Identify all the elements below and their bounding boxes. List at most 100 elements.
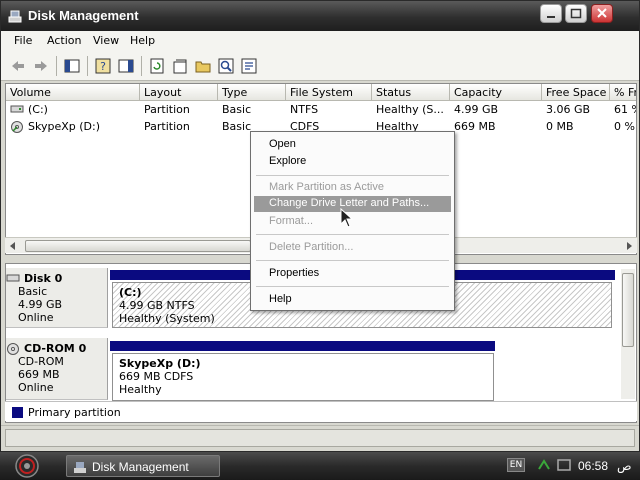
view-icon[interactable] [117,57,135,75]
menu-separator [256,260,449,261]
column-header-status[interactable]: Status [372,84,450,101]
toolbar-separator [56,56,57,76]
file-system-cell: NTFS [290,103,319,116]
menu-item-explore[interactable]: Explore [254,154,451,170]
column-header-free-space[interactable]: Free Space [542,84,610,101]
back-icon[interactable] [9,57,27,75]
legend-label: Primary partition [28,406,121,419]
disk-management-icon [74,462,86,473]
capacity-cell: 4.99 GB [454,103,499,116]
disk-name: CD-ROM 0 [24,342,87,355]
menu-view[interactable]: View [93,34,119,47]
column-header-percent-free[interactable]: % Fr [610,84,636,101]
partition-status: Healthy [119,383,162,396]
close-button[interactable] [591,4,613,23]
svg-text:?: ? [100,60,106,73]
minimize-icon [547,16,555,18]
partition-color-bar [110,341,495,351]
column-header-type[interactable]: Type [218,84,286,101]
column-header-volume[interactable]: Volume [6,84,140,101]
partition-detail: 669 MB CDFS [119,370,194,383]
disk-name: Disk 0 [24,272,63,285]
type-cell: Basic [222,103,252,116]
toolbar: ? [1,51,639,81]
menu-item-mark-partition-active: Mark Partition as Active [269,181,384,193]
network-tray-icon[interactable] [536,457,552,473]
close-icon [597,8,607,18]
horizontal-scroll-thumb[interactable] [25,240,251,252]
disk-icon [6,274,20,282]
legend-swatch [12,407,23,418]
search-icon[interactable] [217,57,235,75]
status-cell: Healthy (S... [376,103,444,116]
menu-separator [256,286,449,287]
volume-tray-icon[interactable] [556,457,572,473]
disk-0-label[interactable]: Disk 0 Basic 4.99 GB Online [6,268,108,328]
free-space-cell: 3.06 GB [546,103,591,116]
status-bar [1,425,639,451]
volume-cell: (C:) [28,103,48,116]
open-icon[interactable] [194,57,212,75]
export-icon[interactable] [240,57,258,75]
menu-file[interactable]: File [14,34,32,47]
clock[interactable]: 06:58 [578,459,608,473]
disk-kind: CD-ROM [18,355,64,368]
maximize-button[interactable] [565,4,587,23]
menu-action[interactable]: Action [47,34,81,47]
disk-state: Online [18,381,54,394]
toolbar-separator [87,56,88,76]
taskbar-button-label: Disk Management [92,460,189,474]
column-header-file-system[interactable]: File System [286,84,372,101]
cd-drive-icon [11,121,23,133]
menu-help[interactable]: Help [130,34,155,47]
scroll-right-icon[interactable] [625,242,633,250]
menu-separator [256,175,449,176]
mouse-cursor-icon [340,208,354,228]
toolbar-separator [141,56,142,76]
menu-item-help[interactable]: Help [254,292,451,308]
window-title: Disk Management [28,8,139,23]
layout-cell: Partition [144,120,190,133]
disk-management-icon [8,10,22,23]
menu-item-delete-partition: Delete Partition... [269,241,354,253]
percent-free-cell: 0 % [614,120,635,133]
partition-name: SkypeXp (D:) [119,357,201,370]
taskbar-button-disk-management[interactable]: Disk Management [66,455,220,477]
start-orb-icon[interactable] [10,452,44,480]
hard-drive-icon [10,105,24,113]
vertical-scrollbar[interactable] [621,269,635,399]
column-header-capacity[interactable]: Capacity [450,84,542,101]
menu-separator [256,234,449,235]
menu-item-open[interactable]: Open [254,137,451,153]
clock-period: ص [617,459,632,473]
volume-cell: SkypeXp (D:) [28,120,100,133]
column-header-layout[interactable]: Layout [140,84,218,101]
partition-d[interactable]: SkypeXp (D:) 669 MB CDFS Healthy [112,353,494,401]
disk-size: 4.99 GB [18,298,63,311]
properties-icon[interactable] [171,57,189,75]
refresh-icon[interactable] [148,57,166,75]
disk-kind: Basic [18,285,48,298]
status-well [5,429,635,447]
language-indicator[interactable]: EN [507,458,525,472]
maximize-icon [570,8,582,19]
forward-icon[interactable] [32,57,50,75]
vertical-scroll-thumb[interactable] [622,273,634,347]
minimize-button[interactable] [540,4,562,23]
layout-cell: Partition [144,103,190,116]
free-space-cell: 0 MB [546,120,574,133]
menu-item-properties[interactable]: Properties [254,266,451,282]
disk-state: Online [18,311,54,324]
up-icon[interactable] [63,57,81,75]
legend: Primary partition [5,401,637,421]
cdrom-0-label[interactable]: CD-ROM 0 CD-ROM 669 MB Online [6,338,108,400]
capacity-cell: 669 MB [454,120,496,133]
menu-bar: File Action View Help [1,31,639,51]
help-icon[interactable]: ? [94,57,112,75]
title-bar[interactable]: Disk Management [1,1,639,31]
cd-drive-icon [7,343,19,355]
disk-size: 669 MB [18,368,60,381]
scroll-left-icon[interactable] [9,242,17,250]
partition-status: Healthy (System) [119,312,215,325]
percent-free-cell: 61 % [614,103,636,116]
